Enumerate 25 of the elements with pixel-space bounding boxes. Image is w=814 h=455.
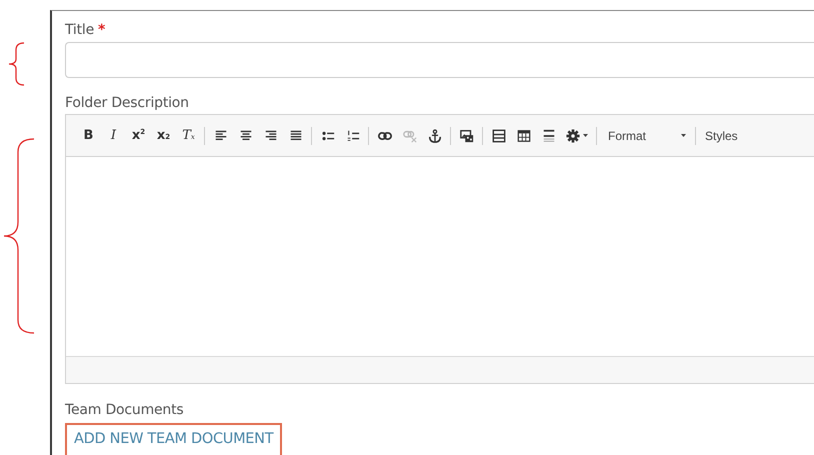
align-right-icon	[264, 128, 278, 142]
anchor-icon	[428, 128, 442, 142]
block-icon	[492, 128, 506, 142]
format-button[interactable]: I	[101, 124, 126, 148]
justify-icon	[288, 128, 302, 142]
format-button[interactable]: B	[76, 124, 101, 148]
numbered-list-icon	[346, 128, 360, 142]
gear-icon	[566, 128, 580, 142]
title-field[interactable]	[65, 42, 814, 78]
image-icon	[460, 128, 474, 142]
format-button[interactable]: x$^{2}$	[126, 124, 151, 148]
unlink-icon	[402, 128, 416, 142]
caret-icon	[583, 134, 588, 137]
required-mark: *	[98, 21, 106, 40]
align-center-icon	[238, 128, 252, 142]
caret-icon	[681, 134, 686, 137]
horizontal-rule-icon	[542, 128, 556, 142]
field-label: Folder Description	[65, 94, 189, 113]
section-label: Team Documents	[65, 401, 184, 420]
styles-dropdown[interactable]: Styles	[699, 124, 744, 148]
align-left-icon	[214, 128, 228, 142]
field-label: Title	[65, 21, 94, 40]
format-dropdown[interactable]: Format	[600, 124, 692, 148]
add-document-button[interactable]: ADD NEW TEAM DOCUMENT	[65, 423, 282, 455]
table-icon	[516, 128, 530, 142]
